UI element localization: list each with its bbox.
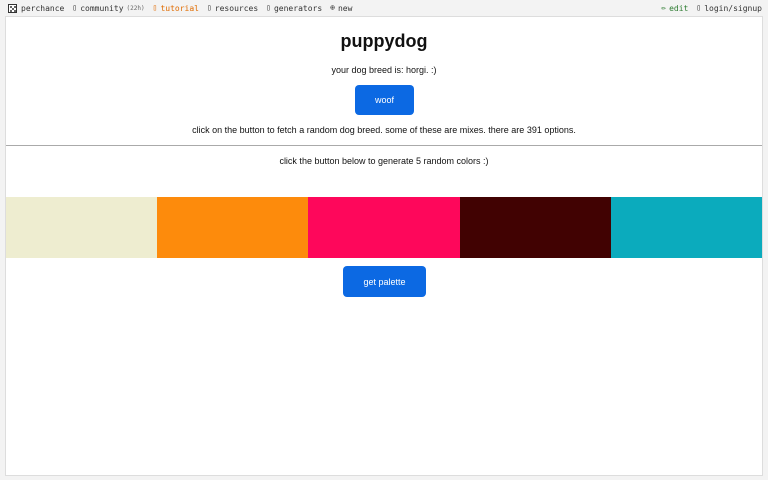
color-swatch	[459, 197, 611, 258]
section-divider	[6, 145, 762, 146]
nav-resources-link[interactable]: ▯ resources	[207, 0, 258, 16]
nav-login-link[interactable]: ▯ login/signup	[696, 0, 762, 16]
get-palette-button[interactable]: get palette	[343, 266, 426, 297]
breed-result-text: your dog breed is: horgi. :)	[331, 65, 437, 75]
woof-button[interactable]: woof	[355, 85, 414, 115]
nav-brand-link[interactable]: perchance	[8, 0, 64, 16]
palette-info-text: click the button below to generate 5 ran…	[279, 156, 489, 166]
top-nav-bar: perchance ▯ community (22h) ▯ tutorial ▯…	[0, 0, 768, 16]
nav-edit-link[interactable]: ✏ edit	[661, 0, 688, 16]
nav-community-label: community	[80, 3, 124, 13]
nav-left: perchance ▯ community (22h) ▯ tutorial ▯…	[0, 0, 360, 16]
link-icon: ▯	[206, 3, 212, 12]
plus-circle-icon: ⊕	[330, 3, 335, 12]
generator-output-panel: puppydog your dog breed is: horgi. :) wo…	[5, 16, 763, 476]
nav-community-link[interactable]: ▯ community (22h)	[72, 0, 144, 16]
nav-edit-label: edit	[669, 3, 689, 13]
page-title: puppydog	[340, 31, 428, 51]
dice-icon	[8, 3, 17, 13]
nav-resources-label: resources	[214, 3, 259, 13]
nav-generators-label: generators	[273, 3, 323, 13]
community-badge: (22h)	[126, 4, 145, 12]
chat-icon: ▯	[72, 3, 78, 12]
color-swatch	[6, 197, 158, 258]
color-swatch	[610, 197, 763, 258]
nav-right: ✏ edit ▯ login/signup	[661, 0, 762, 16]
nav-brand-label: perchance	[21, 3, 65, 13]
nav-new-label: new	[337, 3, 353, 13]
pencil-icon: ✏	[661, 3, 667, 12]
list-icon: ▯	[266, 3, 271, 12]
user-icon: ▯	[696, 3, 702, 12]
nav-tutorial-label: tutorial	[160, 3, 199, 13]
color-palette	[6, 197, 763, 258]
nav-new-link[interactable]: ⊕ new	[330, 0, 352, 16]
book-icon: ▯	[152, 3, 158, 12]
nav-login-label: login/signup	[704, 3, 762, 13]
breed-info-text: click on the button to fetch a random do…	[192, 125, 576, 135]
color-swatch	[157, 197, 309, 258]
nav-tutorial-link[interactable]: ▯ tutorial	[153, 0, 199, 16]
nav-generators-link[interactable]: ▯ generators	[266, 0, 322, 16]
color-swatch	[308, 197, 460, 258]
